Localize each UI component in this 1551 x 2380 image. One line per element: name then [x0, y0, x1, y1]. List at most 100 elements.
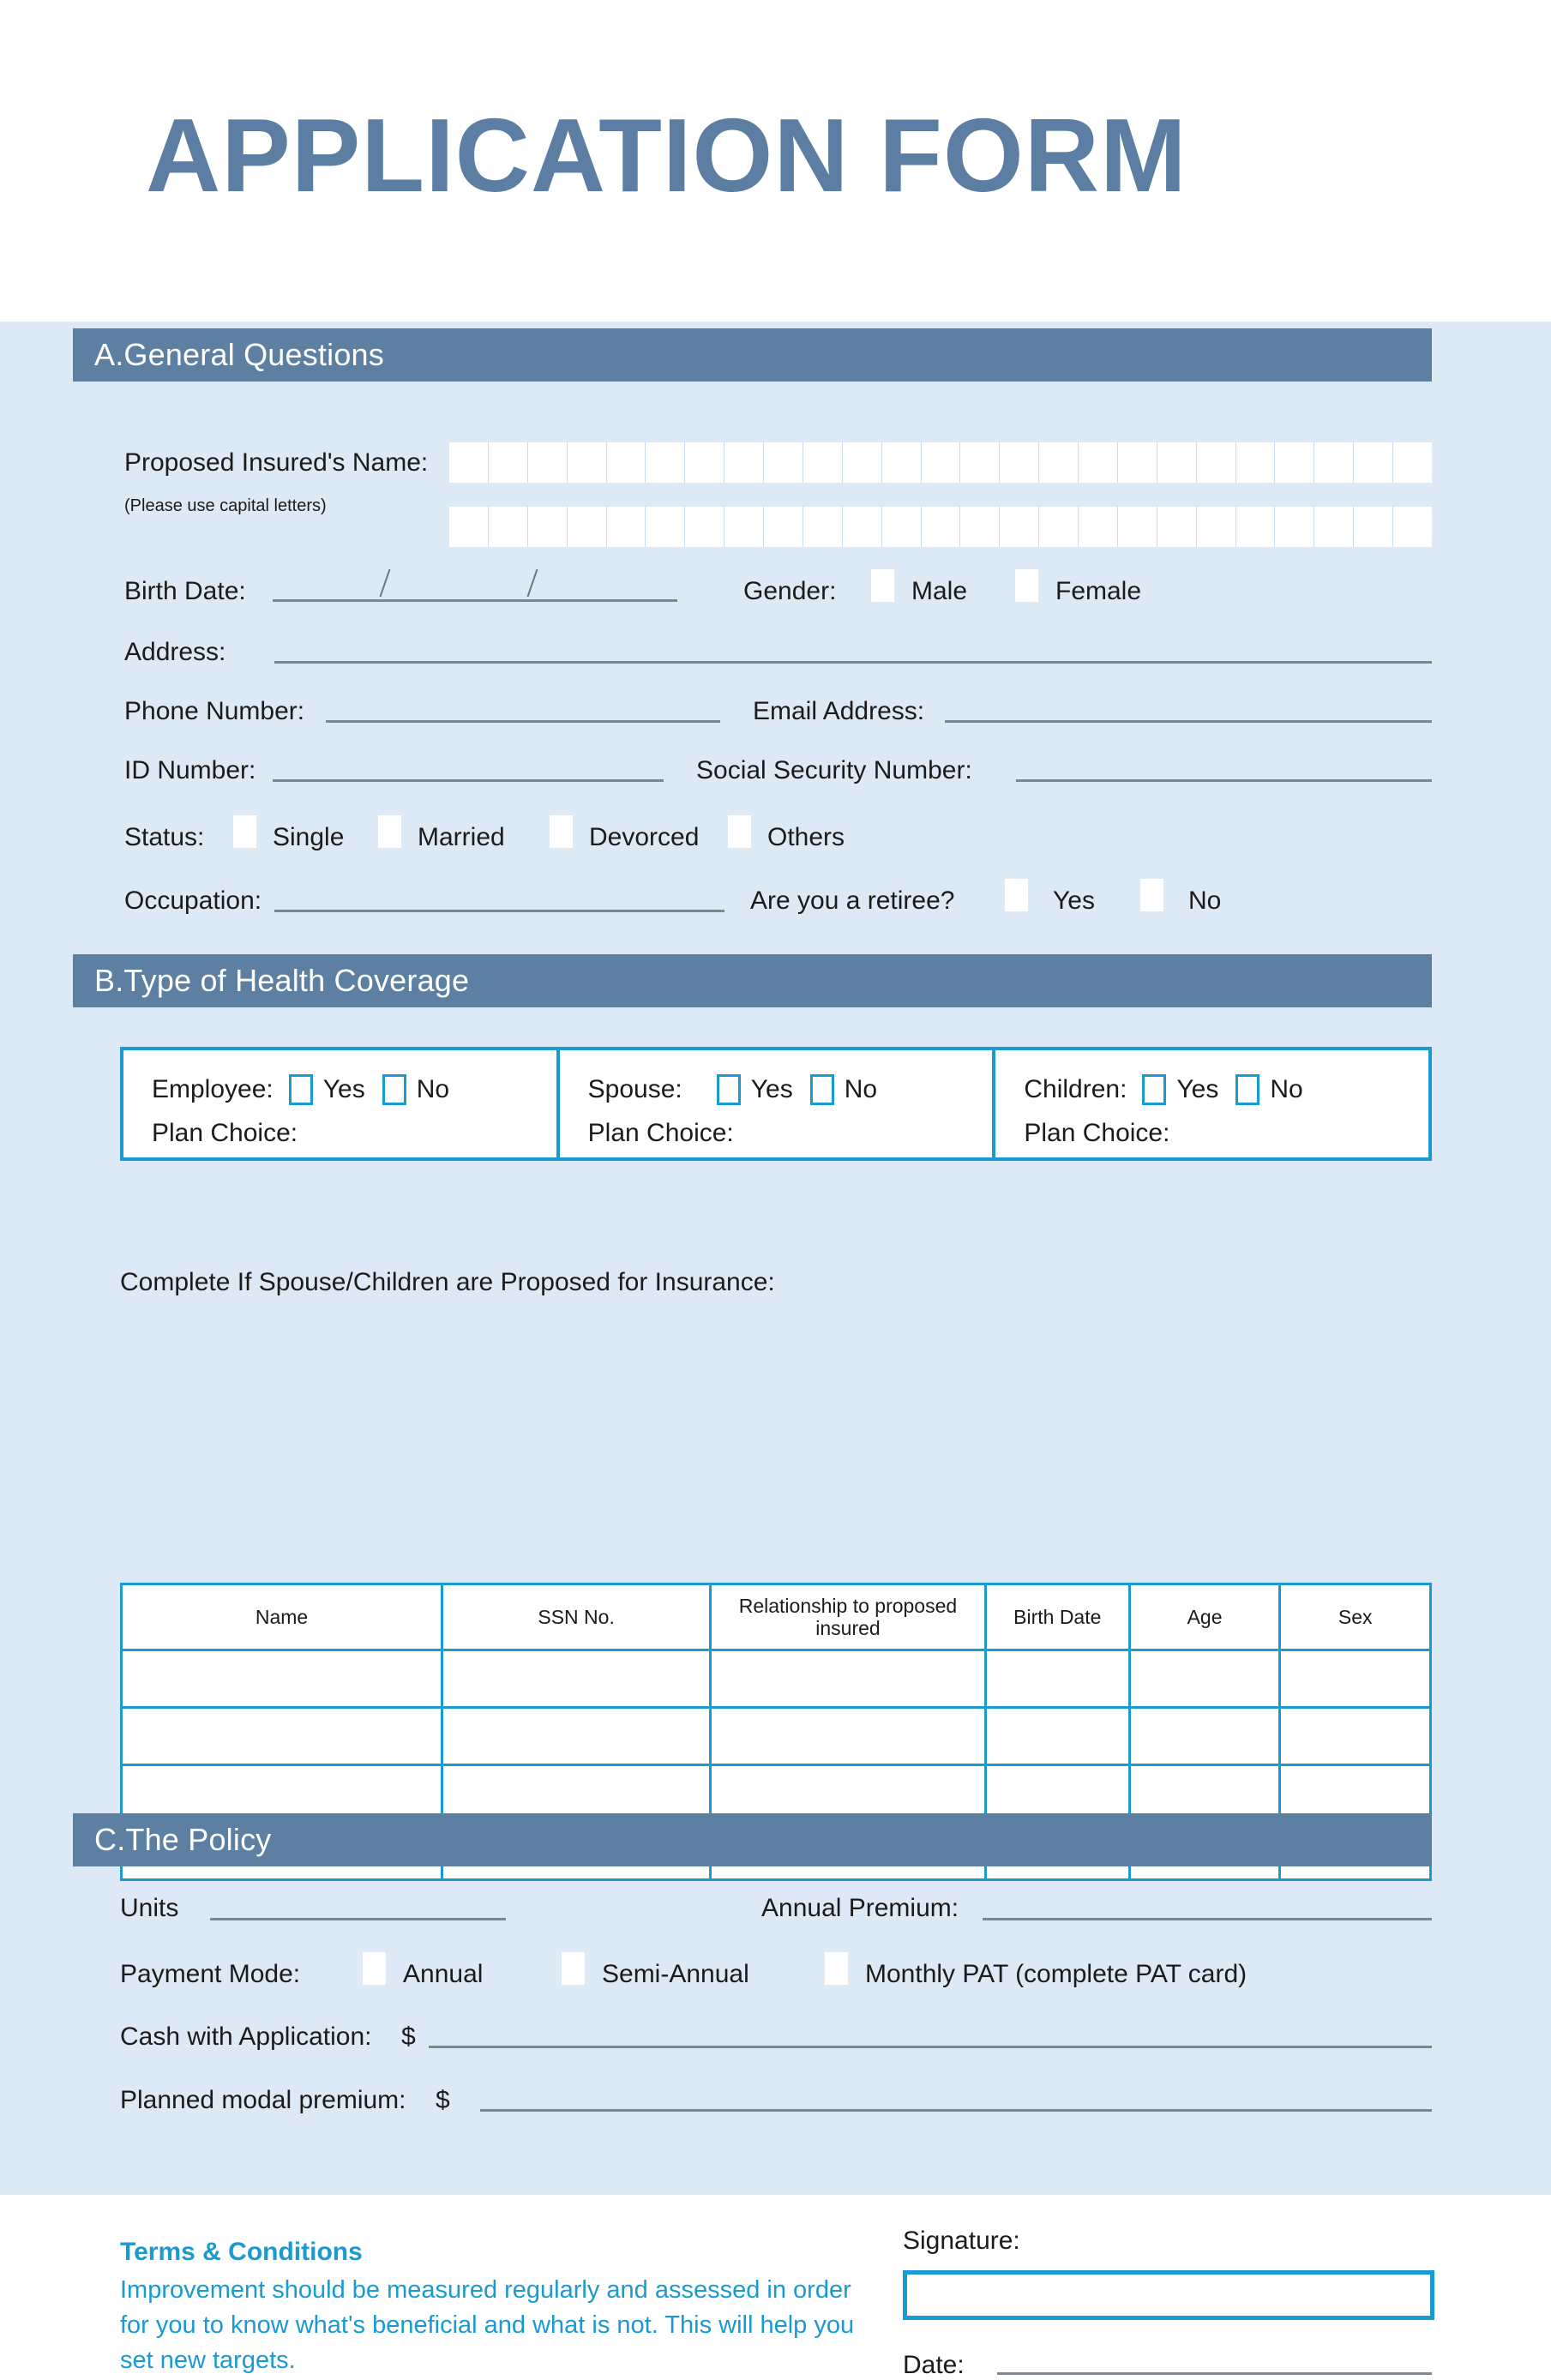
table-cell[interactable] [119, 1706, 444, 1766]
table-cell[interactable] [983, 1649, 1131, 1709]
table-cell[interactable] [441, 1706, 712, 1766]
table-cell[interactable] [1127, 1706, 1282, 1766]
name-comb-cell[interactable] [1354, 507, 1393, 547]
gender-checkbox-male[interactable] [871, 569, 894, 602]
name-comb-cell[interactable] [568, 442, 607, 483]
coverage-children-plan-choice[interactable]: Plan Choice: [1024, 1119, 1169, 1148]
gender-checkbox-female[interactable] [1015, 569, 1038, 602]
name-comb-cell[interactable] [1354, 442, 1393, 483]
name-comb-cell[interactable] [960, 442, 1001, 483]
name-comb-cell[interactable] [646, 442, 686, 483]
name-comb-cell[interactable] [1157, 507, 1197, 547]
name-comb-cell[interactable] [922, 442, 961, 483]
table-cell[interactable] [1278, 1706, 1432, 1766]
name-comb-cell[interactable] [764, 507, 803, 547]
name-comb-cell[interactable] [1157, 442, 1197, 483]
name-comb-cell[interactable] [1393, 442, 1432, 483]
coverage-employee-checkbox-yes[interactable] [288, 1074, 313, 1105]
name-comb-cell[interactable] [1393, 507, 1432, 547]
table-cell[interactable] [1278, 1649, 1432, 1709]
name-comb-cell[interactable] [449, 507, 489, 547]
status-checkbox-single[interactable] [233, 815, 256, 848]
name-comb-cell[interactable] [1314, 507, 1355, 547]
email-input[interactable] [945, 720, 1432, 723]
name-comb-cell[interactable] [882, 442, 922, 483]
name-comb-cell[interactable] [1079, 442, 1118, 483]
retiree-checkbox-yes[interactable] [1005, 879, 1028, 911]
name-comb-cell[interactable] [1079, 507, 1118, 547]
name-comb-cell[interactable] [528, 442, 568, 483]
table-cell[interactable] [709, 1706, 987, 1766]
name-comb-cell[interactable] [1197, 507, 1236, 547]
name-comb-cell[interactable] [1118, 442, 1157, 483]
id-number-input[interactable] [273, 779, 664, 782]
name-comb-cell[interactable] [1236, 442, 1276, 483]
payment-mode-checkbox-monthly-pat[interactable] [825, 1952, 848, 1985]
name-comb-cell[interactable] [1314, 442, 1355, 483]
status-checkbox-married[interactable] [378, 815, 401, 848]
proposed-name-input-row2[interactable] [449, 507, 1432, 547]
name-comb-cell[interactable] [960, 507, 1001, 547]
name-comb-cell[interactable] [922, 507, 961, 547]
table-cell[interactable] [119, 1649, 444, 1709]
table-cell[interactable] [1127, 1649, 1282, 1709]
table-cell[interactable] [441, 1649, 712, 1709]
name-comb-cell[interactable] [528, 507, 568, 547]
coverage-spouse-plan-choice[interactable]: Plan Choice: [588, 1119, 734, 1148]
proposed-name-input-row1[interactable] [449, 442, 1432, 483]
name-comb-cell[interactable] [1197, 442, 1236, 483]
name-comb-cell[interactable] [685, 507, 725, 547]
name-comb-cell[interactable] [1000, 507, 1040, 547]
name-comb-cell[interactable] [1118, 507, 1157, 547]
name-comb-cell[interactable] [803, 442, 843, 483]
annual-premium-input[interactable] [983, 1918, 1432, 1920]
name-comb-cell[interactable] [724, 507, 764, 547]
coverage-employee-checkbox-no[interactable] [382, 1074, 406, 1105]
name-comb-cell[interactable] [1275, 507, 1315, 547]
address-input[interactable] [274, 661, 1432, 664]
occupation-input[interactable] [274, 910, 724, 912]
name-comb-cell[interactable] [449, 442, 489, 483]
name-comb-cell[interactable] [568, 507, 607, 547]
name-comb-cell[interactable] [843, 442, 882, 483]
name-comb-cell[interactable] [1039, 442, 1079, 483]
birth-date-slash-2 [526, 568, 538, 598]
name-comb-cell[interactable] [764, 442, 803, 483]
name-comb-cell[interactable] [685, 442, 725, 483]
dependent-col-relationship: Relationship to proposed insured [709, 1583, 987, 1651]
retiree-checkbox-no[interactable] [1140, 879, 1163, 911]
coverage-children-checkbox-yes[interactable] [1142, 1074, 1167, 1105]
coverage-spouse-checkbox-yes[interactable] [716, 1074, 741, 1105]
phone-input[interactable] [326, 720, 720, 723]
name-comb-cell[interactable] [1000, 442, 1040, 483]
name-comb-cell[interactable] [489, 507, 528, 547]
name-comb-cell[interactable] [843, 507, 882, 547]
coverage-children-checkbox-no[interactable] [1235, 1074, 1260, 1105]
name-comb-cell[interactable] [803, 507, 843, 547]
name-comb-cell[interactable] [1275, 442, 1315, 483]
payment-mode-checkbox-semi-annual[interactable] [562, 1952, 585, 1985]
name-comb-cell[interactable] [724, 442, 764, 483]
table-cell[interactable] [983, 1706, 1131, 1766]
table-cell[interactable] [709, 1649, 987, 1709]
name-comb-cell[interactable] [607, 442, 646, 483]
coverage-employee-plan-choice[interactable]: Plan Choice: [152, 1119, 298, 1148]
birth-date-input[interactable] [273, 599, 677, 602]
name-comb-cell[interactable] [1236, 507, 1276, 547]
table-row [119, 1706, 1432, 1766]
signature-input[interactable] [903, 2270, 1434, 2320]
ssn-input[interactable] [1016, 779, 1432, 782]
name-comb-cell[interactable] [607, 507, 646, 547]
cash-with-application-input[interactable] [429, 2046, 1432, 2048]
status-checkbox-devorced[interactable] [550, 815, 573, 848]
planned-modal-premium-input[interactable] [480, 2109, 1432, 2112]
name-comb-cell[interactable] [489, 442, 528, 483]
date-input[interactable] [997, 2372, 1432, 2375]
status-checkbox-others[interactable] [728, 815, 751, 848]
name-comb-cell[interactable] [646, 507, 686, 547]
name-comb-cell[interactable] [882, 507, 922, 547]
payment-mode-checkbox-annual[interactable] [363, 1952, 386, 1985]
coverage-spouse-checkbox-no[interactable] [809, 1074, 834, 1105]
name-comb-cell[interactable] [1039, 507, 1079, 547]
units-input[interactable] [210, 1918, 506, 1920]
